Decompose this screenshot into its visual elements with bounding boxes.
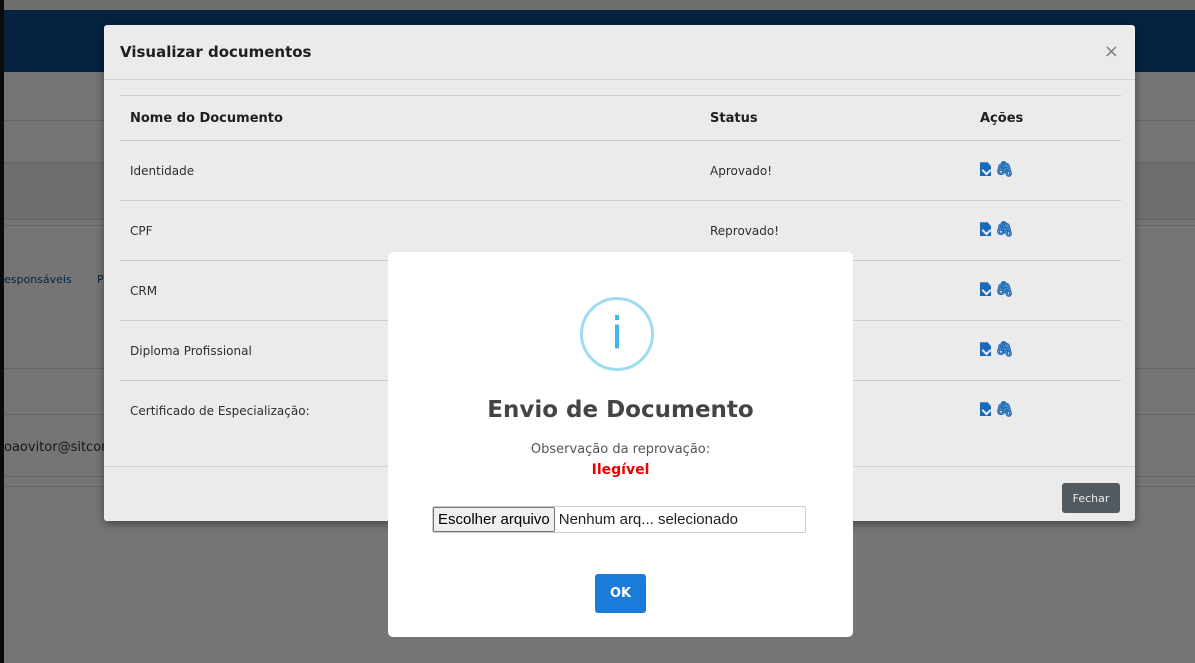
alert-title: Envio de Documento <box>487 397 754 423</box>
info-icon: i <box>580 297 654 371</box>
choose-file-button[interactable]: Escolher arquivo <box>433 507 555 532</box>
file-status-text: Nenhum arq... selecionado <box>558 511 739 528</box>
info-icon-glyph: i <box>610 308 624 359</box>
ok-button[interactable]: OK <box>595 574 646 613</box>
rejection-reason: Ilegível <box>591 462 650 478</box>
observation-label: Observação da reprovação: <box>530 442 711 457</box>
upload-alert-dialog: i Envio de Documento Observação da repro… <box>388 252 853 637</box>
file-upload-input[interactable]: Escolher arquivo Nenhum arq... seleciona… <box>432 506 806 533</box>
